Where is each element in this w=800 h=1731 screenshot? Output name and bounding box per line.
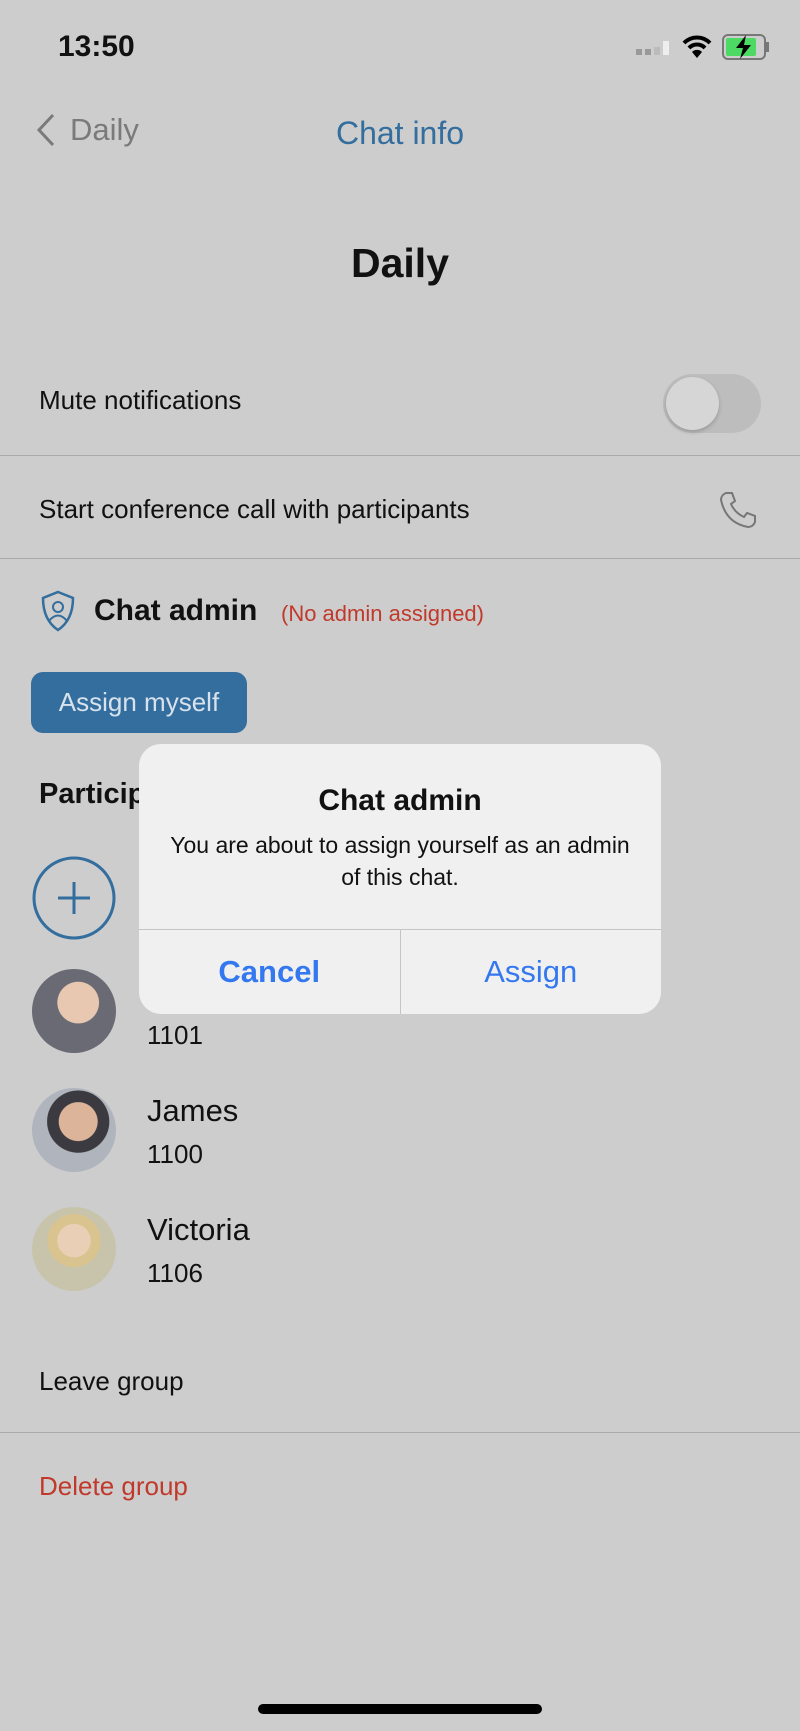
status-icons [636,34,770,60]
avatar [32,969,116,1053]
cancel-button[interactable]: Cancel [139,930,401,1014]
divider [0,558,800,559]
divider [0,1432,800,1433]
phone-icon[interactable] [718,490,758,530]
admin-status: (No admin assigned) [281,601,484,626]
dialog-buttons: Cancel Assign [139,929,661,1014]
add-participant-button[interactable] [32,856,116,940]
chat-admin-dialog: Chat admin You are about to assign yours… [139,744,661,1014]
assign-button[interactable]: Assign [401,930,662,1014]
chat-admin-label: Chat admin [94,594,258,627]
mute-label: Mute notifications [39,385,242,415]
status-time: 13:50 [58,30,135,63]
divider [0,455,800,456]
assign-myself-button[interactable]: Assign myself [31,672,247,733]
chat-title: Daily [351,240,449,286]
delete-group-button[interactable]: Delete group [39,1471,188,1502]
nav-title: Chat info [335,115,465,151]
participant-name: James [147,1093,239,1128]
conference-call-label[interactable]: Start conference call with participants [39,494,470,525]
participant-number: 1100 [147,1139,203,1169]
shield-user-icon [41,590,75,632]
leave-group-button[interactable]: Leave group [39,1366,184,1397]
toggle-knob [666,377,719,430]
home-indicator[interactable] [258,1704,542,1714]
avatar [32,1088,116,1172]
avatar [32,1207,116,1291]
cellular-signal-icon [636,41,669,55]
wifi-icon [682,35,712,58]
participant-number: 1101 [147,1020,203,1050]
dialog-title: Chat admin [318,784,482,817]
participant-name: Victoria [147,1212,250,1247]
mute-toggle[interactable] [663,374,761,433]
participant-number: 1106 [147,1258,203,1288]
battery-charging-icon [722,34,769,60]
dialog-message: You are about to assign yourself as an a… [170,832,630,890]
